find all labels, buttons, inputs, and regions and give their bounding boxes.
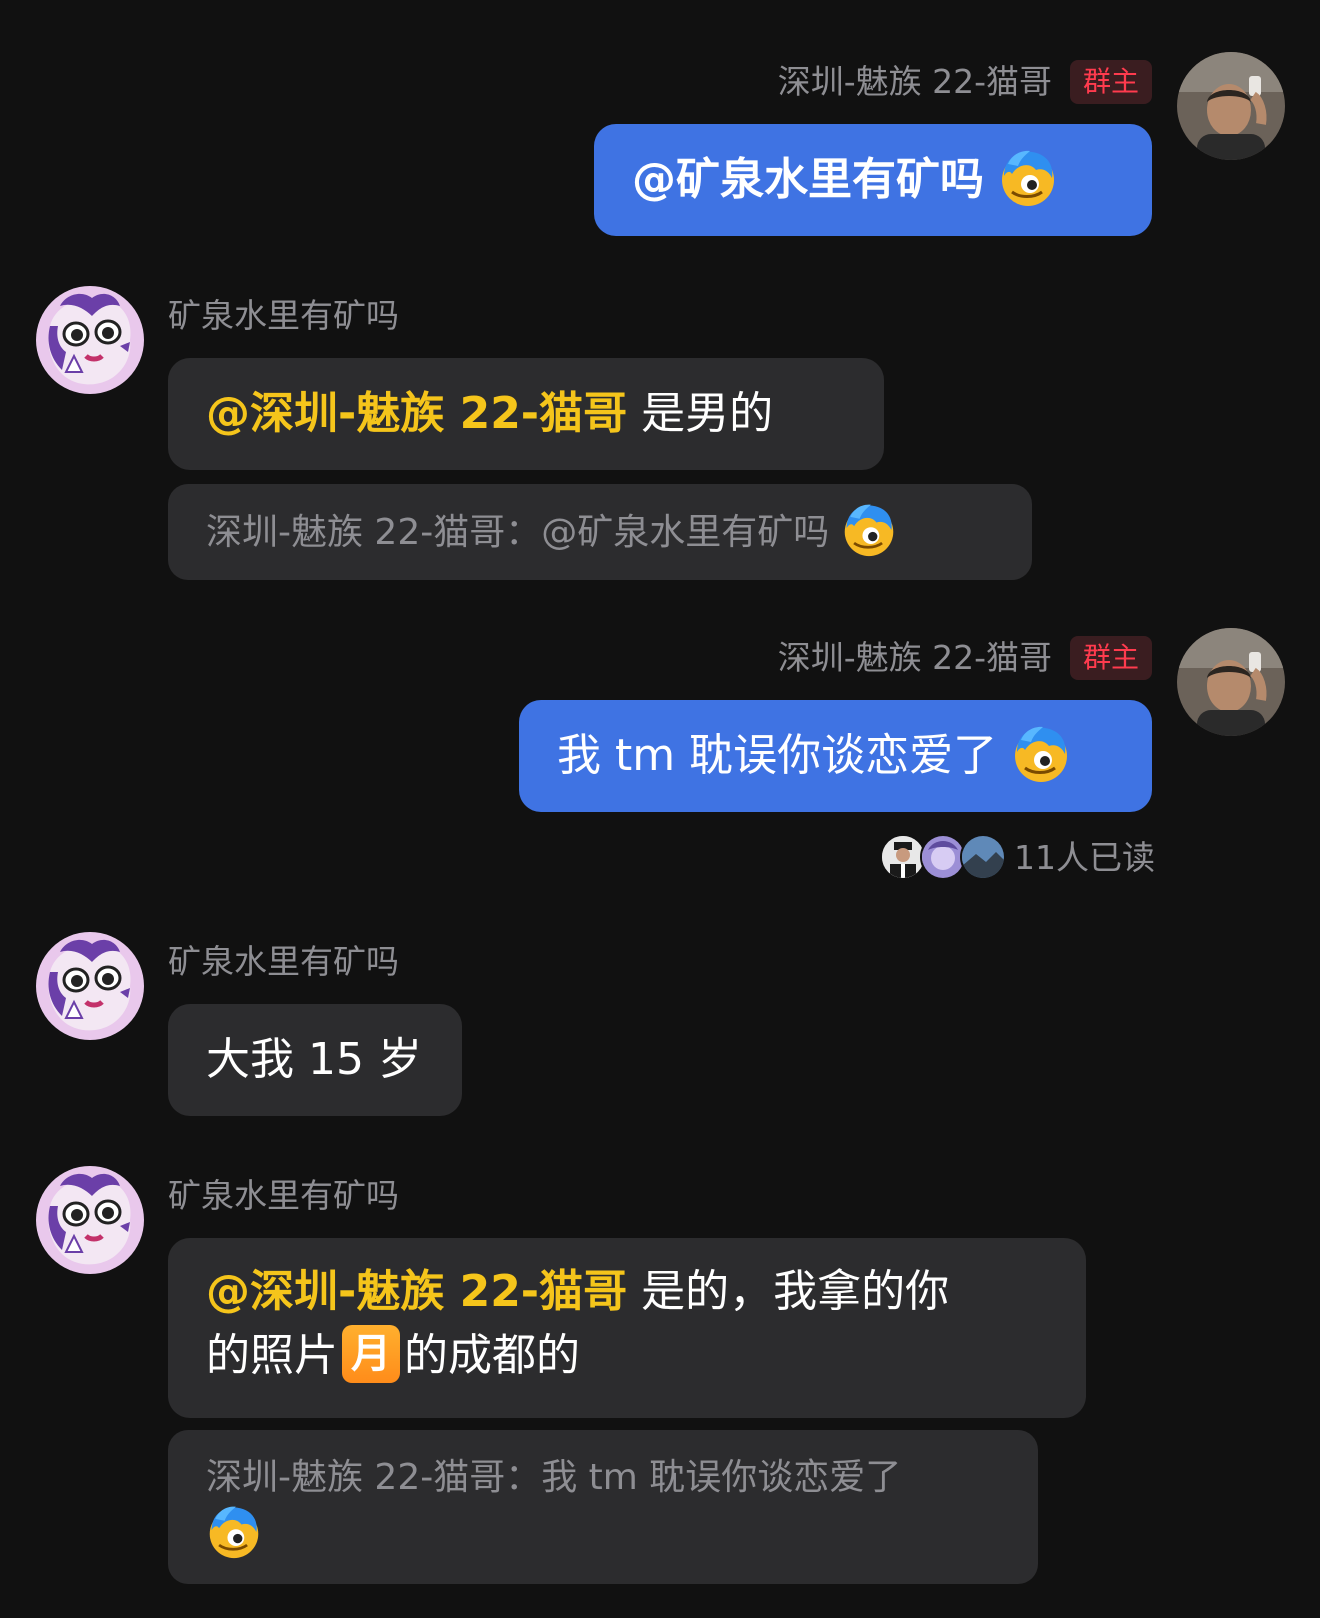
sender-name[interactable]: 矿泉水里有矿吗 xyxy=(168,296,399,336)
message-bubble[interactable]: @矿泉水里有矿吗 xyxy=(594,124,1152,236)
owner-avatar[interactable] xyxy=(1177,628,1285,736)
message-text: 大我 15 岁 xyxy=(206,1034,422,1085)
quote-text: 深圳-魅族 22-猫哥：@矿泉水里有矿吗 xyxy=(206,512,830,553)
reader-avatar xyxy=(960,834,1006,880)
owner-badge: 群主 xyxy=(1069,636,1152,680)
sender-name[interactable]: 深圳-魅族 22-猫哥 xyxy=(778,638,1052,678)
quoted-message[interactable]: 深圳-魅族 22-猫哥：我 tm 耽误你谈恋爱了 xyxy=(168,1430,1038,1584)
moon-emoji-icon: 月 xyxy=(342,1325,400,1383)
owner-avatar[interactable] xyxy=(1177,52,1285,160)
cat-avatar[interactable] xyxy=(36,1166,144,1274)
owner-badge: 群主 xyxy=(1069,60,1152,104)
cat-avatar[interactable] xyxy=(36,286,144,394)
message-2: 矿泉水里有矿吗 @深圳-魅族 22-猫哥 是男的 深圳-魅族 22-猫哥：@矿泉… xyxy=(0,280,1320,590)
sender-name[interactable]: 矿泉水里有矿吗 xyxy=(168,1176,399,1216)
message-text: 的照片 xyxy=(206,1330,338,1381)
message-text: 的成都的 xyxy=(404,1330,580,1381)
message-5: 矿泉水里有矿吗 @深圳-魅族 22-猫哥 是的，我拿的你 的照片月的成都的 深圳… xyxy=(0,1160,1320,1590)
sender-name[interactable]: 矿泉水里有矿吗 xyxy=(168,942,399,982)
message-4: 矿泉水里有矿吗 大我 15 岁 xyxy=(0,926,1320,1126)
smirk-emoji-icon xyxy=(998,148,1058,208)
message-text: 是男的 xyxy=(627,388,774,439)
person-avatar-icon xyxy=(1177,628,1285,736)
read-count: 11人已读 xyxy=(1014,838,1155,877)
quoted-message[interactable]: 深圳-魅族 22-猫哥：@矿泉水里有矿吗 xyxy=(168,484,1032,580)
mention-link[interactable]: @深圳-魅族 22-猫哥 xyxy=(206,388,627,439)
message-bubble[interactable]: 大我 15 岁 xyxy=(168,1004,462,1116)
message-1: 深圳-魅族 22-猫哥 群主 @矿泉水里有矿吗 xyxy=(0,0,1320,240)
message-line-1: @深圳-魅族 22-猫哥 是的，我拿的你 xyxy=(206,1260,1048,1324)
message-line-2: 的照片月的成都的 xyxy=(206,1324,1048,1388)
sender-name[interactable]: 深圳-魅族 22-猫哥 xyxy=(778,62,1052,102)
read-receipts[interactable]: 11人已读 xyxy=(880,834,1160,884)
person-avatar-icon xyxy=(1177,52,1285,160)
cat-avatar-icon xyxy=(36,932,144,1040)
landscape-avatar-icon xyxy=(962,836,1004,878)
smirk-emoji-icon xyxy=(206,1504,262,1560)
smirk-emoji-icon xyxy=(841,502,897,558)
message-bubble[interactable]: @深圳-魅族 22-猫哥 是男的 xyxy=(168,358,884,470)
message-3: 深圳-魅族 22-猫哥 群主 我 tm 耽误你谈恋爱了 11人已读 xyxy=(0,620,1320,890)
quote-text: 深圳-魅族 22-猫哥：我 tm 耽误你谈恋爱了 xyxy=(206,1457,902,1498)
mention-link[interactable]: @深圳-魅族 22-猫哥 xyxy=(206,1266,627,1317)
message-text: 我 tm 耽误你谈恋爱了 xyxy=(557,730,998,781)
message-text: @矿泉水里有矿吗 xyxy=(632,154,984,205)
cat-avatar-icon xyxy=(36,1166,144,1274)
message-text: 是的，我拿的你 xyxy=(627,1266,950,1317)
message-bubble[interactable]: 我 tm 耽误你谈恋爱了 xyxy=(519,700,1152,812)
smirk-emoji-icon xyxy=(1011,724,1071,784)
cat-avatar-icon xyxy=(36,286,144,394)
pilot-avatar-icon xyxy=(882,836,924,878)
anime-avatar-icon xyxy=(922,836,964,878)
message-bubble[interactable]: @深圳-魅族 22-猫哥 是的，我拿的你 的照片月的成都的 xyxy=(168,1238,1086,1418)
cat-avatar[interactable] xyxy=(36,932,144,1040)
